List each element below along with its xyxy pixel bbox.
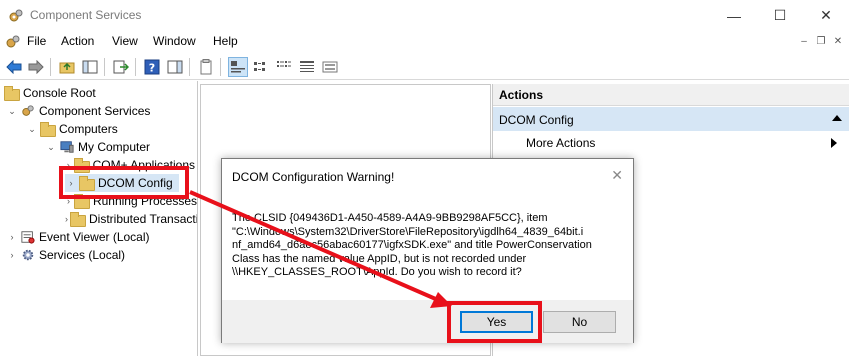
annotation-arrow: [189, 190, 452, 308]
